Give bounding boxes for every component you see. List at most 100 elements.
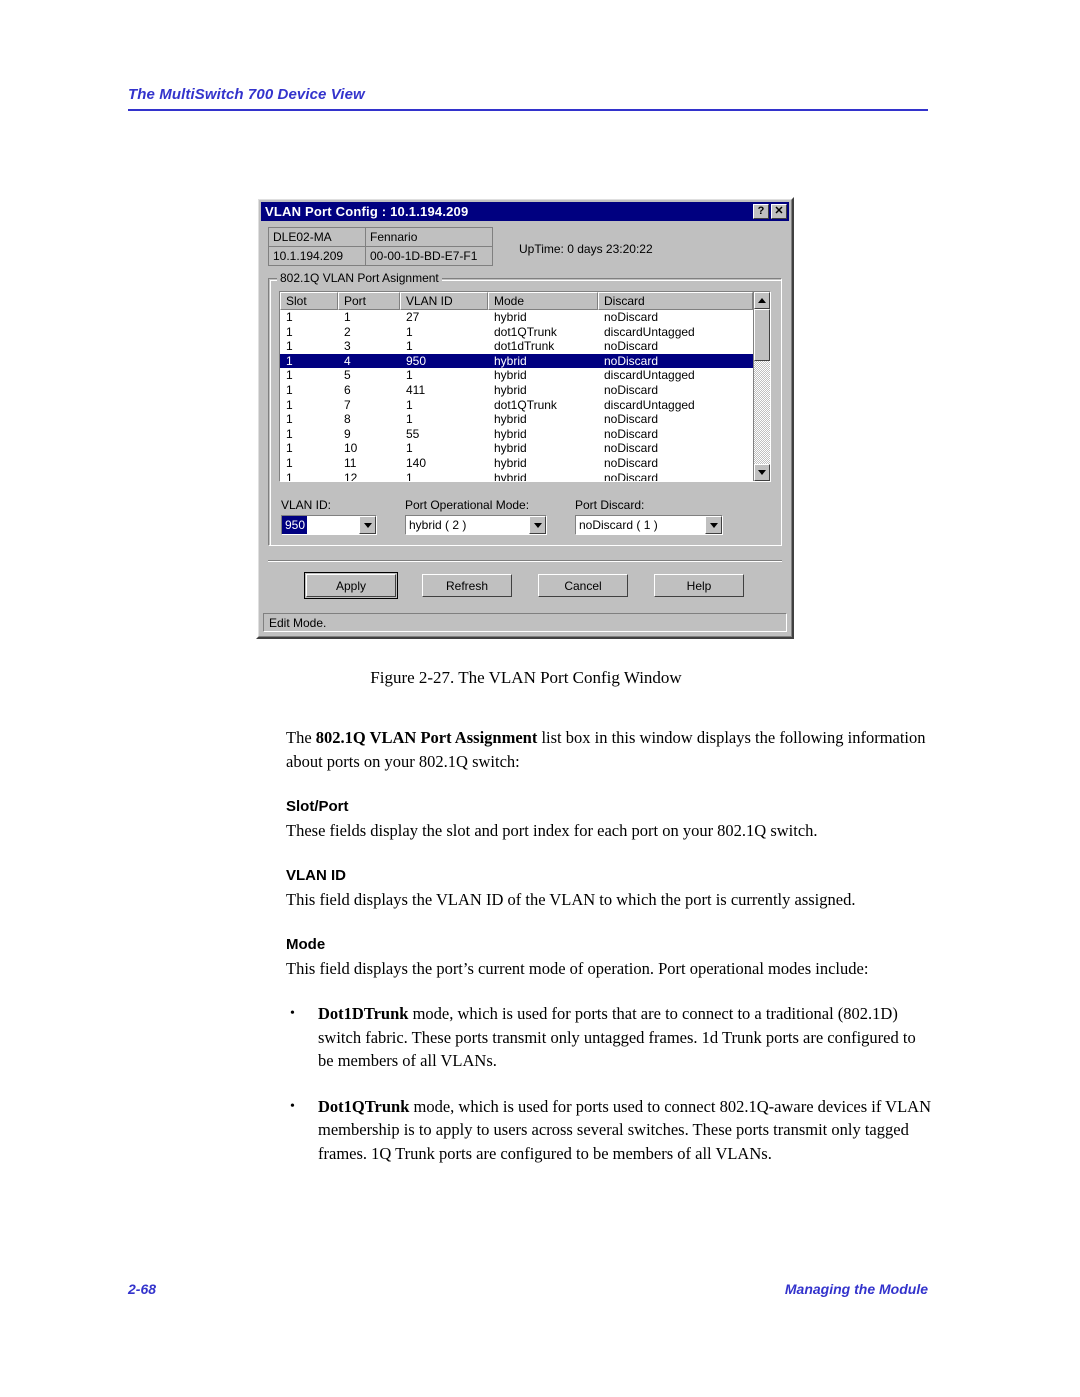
- bullet-marker: •: [290, 1006, 295, 1021]
- cell-vlan-id: 950: [406, 353, 427, 368]
- port-operational-mode-field-group: Port Operational Mode: hybrid ( 2 ): [405, 498, 547, 535]
- cell-port: 12: [344, 470, 358, 481]
- port-operational-mode-value[interactable]: hybrid ( 2 ): [406, 516, 529, 534]
- heading-slot-port: Slot/Port: [286, 798, 349, 815]
- port-discard-value[interactable]: noDiscard ( 1 ): [576, 516, 705, 534]
- dialog-inner-frame: VLAN Port Config : 10.1.194.209 ? ✕ DLE0…: [258, 199, 792, 637]
- cell-mode: hybrid: [494, 353, 527, 368]
- close-icon[interactable]: ✕: [771, 204, 787, 219]
- bullet-text-dot1qtrunk: Dot1QTrunk mode, which is used for ports…: [318, 1095, 934, 1166]
- cell-discard: discardUntagged: [604, 324, 695, 339]
- vlan-id-field-group: VLAN ID: 950: [281, 498, 377, 535]
- scroll-down-icon[interactable]: [754, 464, 770, 481]
- cell-vlan-id: 1: [406, 324, 413, 339]
- table-row[interactable]: 1 8 1 hybrid noDiscard: [280, 412, 753, 427]
- cell-port: 3: [344, 339, 351, 354]
- column-header-slot[interactable]: Slot: [280, 292, 338, 310]
- column-header-vlan-id[interactable]: VLAN ID: [400, 292, 488, 310]
- port-discard-field-group: Port Discard: noDiscard ( 1 ): [575, 498, 723, 535]
- scrollbar-thumb[interactable]: [754, 309, 770, 361]
- vlan-id-value[interactable]: 950: [282, 516, 308, 534]
- status-bar: Edit Mode.: [263, 613, 787, 632]
- table-row[interactable]: 1 2 1 dot1QTrunk discardUntagged: [280, 325, 753, 340]
- cell-discard: discardUntagged: [604, 368, 695, 383]
- list-vertical-scrollbar[interactable]: [753, 292, 770, 481]
- page-footer: 2-68 Managing the Module: [128, 1281, 928, 1297]
- intro-lead: The: [286, 728, 316, 747]
- cell-slot: 1: [286, 397, 293, 412]
- cell-slot: 1: [286, 324, 293, 339]
- apply-button[interactable]: Apply: [304, 572, 398, 599]
- table-row[interactable]: 1 9 55 hybrid noDiscard: [280, 427, 753, 442]
- cell-port: 8: [344, 412, 351, 427]
- table-row[interactable]: 1 4 950 hybrid noDiscard: [280, 353, 753, 369]
- cell-slot: 1: [286, 310, 293, 324]
- cancel-button[interactable]: Cancel: [538, 574, 628, 597]
- cell-mode: dot1QTrunk: [494, 324, 557, 339]
- cell-mode: hybrid: [494, 368, 527, 383]
- table-row[interactable]: 1 3 1 dot1dTrunk noDiscard: [280, 339, 753, 354]
- cell-discard: noDiscard: [604, 470, 659, 481]
- chevron-down-icon[interactable]: [529, 516, 546, 534]
- footer-section-title: Managing the Module: [784, 1281, 928, 1297]
- column-header-discard[interactable]: Discard: [598, 292, 753, 310]
- chevron-down-icon[interactable]: [705, 516, 722, 534]
- cell-slot: 1: [286, 426, 293, 441]
- heading-mode: Mode: [286, 936, 326, 953]
- device-contact-cell: Fennario: [365, 227, 493, 247]
- dialog-titlebar[interactable]: VLAN Port Config : 10.1.194.209 ? ✕: [261, 202, 789, 221]
- table-row[interactable]: 1 12 1 hybrid noDiscard: [280, 471, 753, 481]
- cell-vlan-id: 1: [406, 441, 413, 456]
- uptime-label: UpTime: 0 days 23:20:22: [519, 242, 653, 256]
- device-info-table: DLE02-MA Fennario 10.1.194.209 00-00-1D-…: [268, 227, 493, 266]
- chevron-down-icon[interactable]: [359, 516, 376, 534]
- port-discard-combo[interactable]: noDiscard ( 1 ): [575, 515, 723, 535]
- cell-vlan-id: 411: [406, 382, 426, 397]
- titlebar-buttons: ? ✕: [753, 204, 787, 219]
- column-header-port[interactable]: Port: [338, 292, 400, 310]
- cell-slot: 1: [286, 339, 293, 354]
- vlan-id-combo[interactable]: 950: [281, 515, 377, 535]
- cell-vlan-id: 55: [406, 426, 420, 441]
- cell-mode: dot1dTrunk: [494, 339, 555, 354]
- port-operational-mode-combo[interactable]: hybrid ( 2 ): [405, 515, 547, 535]
- cell-slot: 1: [286, 455, 293, 470]
- table-row[interactable]: 1 10 1 hybrid noDiscard: [280, 441, 753, 456]
- cell-port: 7: [344, 397, 351, 412]
- bullet1-rest: mode, which is used for ports that are t…: [318, 1004, 916, 1070]
- cell-vlan-id: 1: [406, 339, 413, 354]
- text-mode: This field displays the port’s current m…: [286, 958, 869, 978]
- list-main: Slot Port VLAN ID Mode Discard 1 1 2 7 hybri…: [280, 292, 753, 481]
- cell-discard: noDiscard: [604, 382, 659, 397]
- table-row[interactable]: 1 11 140 hybrid noDiscard: [280, 456, 753, 471]
- table-row[interactable]: 1 7 1 dot1QTrunk discardUntagged: [280, 398, 753, 413]
- table-row[interactable]: 1 6 411 hybrid noDiscard: [280, 383, 753, 398]
- body-content: The 802.1Q VLAN Port Assignment list box…: [286, 726, 934, 1165]
- cell-mode: hybrid: [494, 455, 527, 470]
- table-row[interactable]: 1 1 27 hybrid noDiscard: [280, 310, 753, 325]
- cell-slot: 1: [286, 441, 293, 456]
- scroll-up-icon[interactable]: [754, 292, 770, 309]
- help-button[interactable]: Help: [654, 574, 744, 597]
- cell-vlan-id: 1: [406, 412, 413, 427]
- cell-vlan-id: 1: [406, 397, 413, 412]
- cell-vlan-id: 140: [406, 455, 427, 470]
- cell-port: 1: [344, 310, 351, 324]
- scrollbar-track[interactable]: [754, 309, 770, 464]
- refresh-button[interactable]: Refresh: [422, 574, 512, 597]
- intro-paragraph: The 802.1Q VLAN Port Assignment list box…: [286, 726, 934, 773]
- help-icon[interactable]: ?: [753, 204, 769, 219]
- cell-mode: hybrid: [494, 470, 527, 481]
- cell-mode: hybrid: [494, 310, 527, 324]
- group-label: 802.1Q VLAN Port Asignment: [277, 271, 442, 285]
- cell-mode: hybrid: [494, 441, 527, 456]
- column-header-mode[interactable]: Mode: [488, 292, 598, 310]
- list-header-row: Slot Port VLAN ID Mode Discard: [280, 292, 753, 310]
- device-mac-cell: 00-00-1D-BD-E7-F1: [365, 246, 493, 266]
- cell-vlan-id: 1: [406, 368, 413, 383]
- divider: [268, 560, 782, 562]
- dialog-button-row: Apply Refresh Cancel Help: [268, 572, 782, 599]
- table-row[interactable]: 1 5 1 hybrid discardUntagged: [280, 368, 753, 383]
- device-name-cell: DLE02-MA: [268, 227, 366, 247]
- vlan-port-list[interactable]: Slot Port VLAN ID Mode Discard 1 1 2 7 hybri…: [279, 291, 771, 482]
